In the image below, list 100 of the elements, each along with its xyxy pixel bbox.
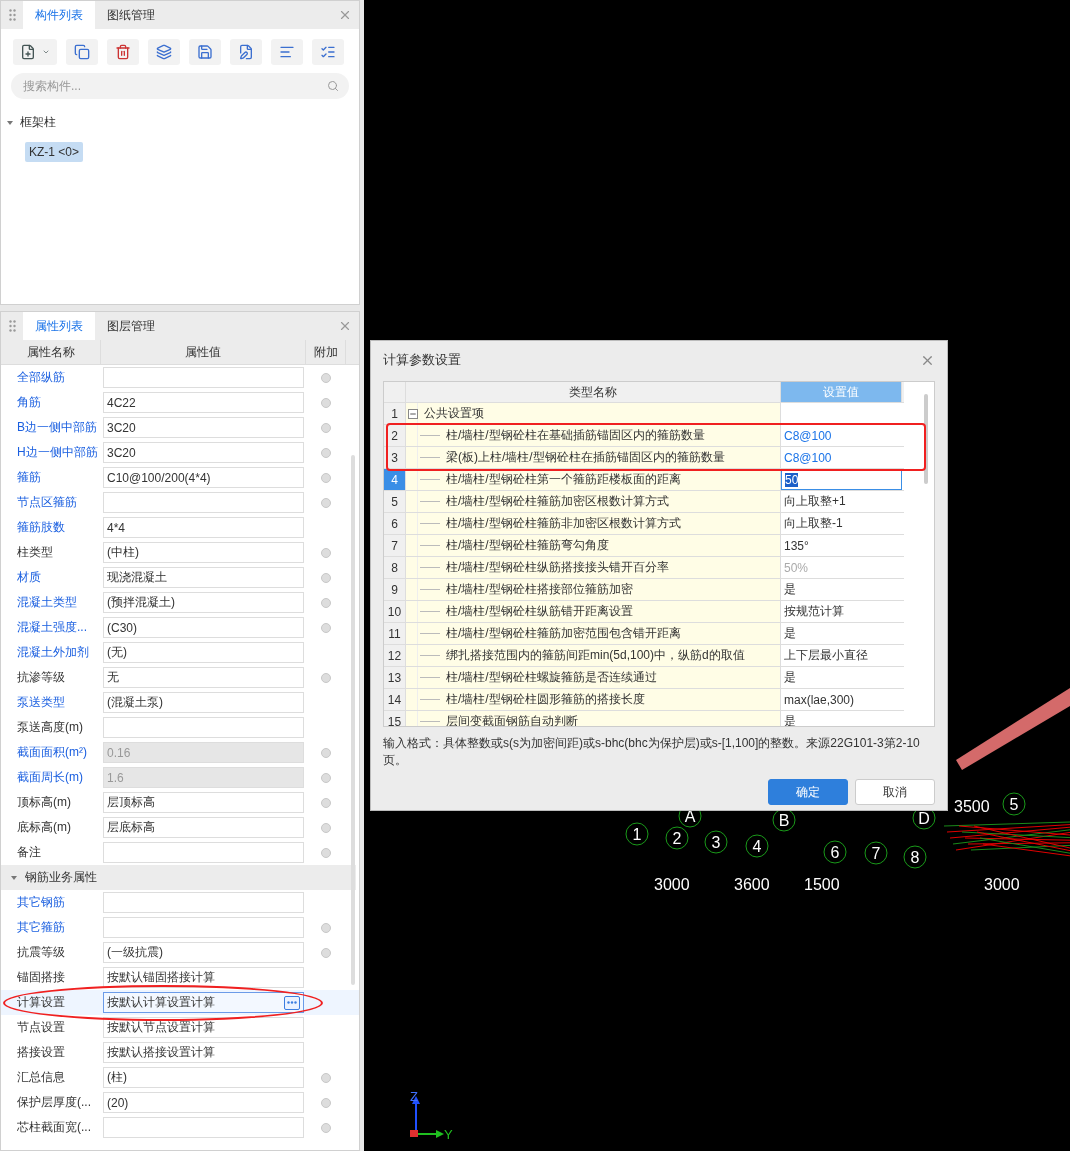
scrollbar[interactable] (351, 455, 355, 985)
attach-radio[interactable] (321, 672, 331, 683)
attach-radio[interactable] (321, 847, 331, 858)
row-number: 14 (384, 689, 406, 710)
setting-value: 向上取整-1 (783, 515, 844, 532)
value-input-field[interactable]: 50 (781, 469, 902, 490)
panel-tab[interactable]: 图层管理 (95, 312, 167, 340)
search-input[interactable]: 搜索构件... (21, 78, 327, 94)
tree-connector-line (420, 545, 440, 546)
attach-radio[interactable] (321, 622, 331, 633)
collapse-toggle[interactable] (408, 408, 418, 419)
property-value-field[interactable]: 3C20 (103, 417, 304, 438)
property-value-field[interactable] (103, 842, 304, 863)
property-name: 箍筋 (16, 469, 42, 486)
property-value-field[interactable]: 按默认节点设置计算 (103, 1017, 304, 1038)
property-value-field[interactable]: (预拌混凝土) (103, 592, 304, 613)
property-value-field[interactable]: 按默认计算设置计算 (103, 992, 304, 1013)
property-value-field[interactable]: C10@100/200(4*4) (103, 467, 304, 488)
tree-connector-line (420, 435, 440, 436)
property-value-field[interactable]: 按默认锚固搭接计算 (103, 967, 304, 988)
property-value-field[interactable] (103, 917, 304, 938)
search-field[interactable]: 搜索构件... (11, 73, 349, 99)
property-value-field[interactable]: (无) (103, 642, 304, 663)
viewport-canvas[interactable] (364, 0, 1070, 1151)
attach-radio[interactable] (321, 822, 331, 833)
attach-radio[interactable] (321, 447, 331, 458)
property-value-field[interactable]: (柱) (103, 1067, 304, 1088)
property-value-field[interactable]: 按默认搭接设置计算 (103, 1042, 304, 1063)
property-value-field[interactable]: 4C22 (103, 392, 304, 413)
property-value-field[interactable]: 层底标高 (103, 817, 304, 838)
property-value-field[interactable]: (一级抗震) (103, 942, 304, 963)
grid-bubble: 4 (745, 834, 769, 858)
property-name: 材质 (16, 569, 42, 586)
attach-radio[interactable] (321, 1122, 331, 1133)
attach-radio[interactable] (321, 422, 331, 433)
toolbar-button[interactable] (230, 39, 262, 65)
property-value-field[interactable]: 现浇混凝土 (103, 567, 304, 588)
property-value-field[interactable] (103, 717, 304, 738)
toolbar-button[interactable] (312, 39, 344, 65)
cancel-button[interactable]: 取消 (855, 779, 935, 805)
property-value-field[interactable] (103, 367, 304, 388)
tree-item[interactable]: KZ-1 <0> (25, 142, 84, 162)
property-value-field[interactable]: (中柱) (103, 542, 304, 563)
ellipsis-button[interactable] (284, 995, 300, 1010)
toolbar-button[interactable] (66, 39, 98, 65)
property-name: 锚固搭接 (16, 969, 66, 986)
panel-tab[interactable]: 图纸管理 (95, 1, 167, 29)
tree-connector-line (420, 567, 440, 568)
tree-connector-line (420, 457, 440, 458)
tree-connector-line (420, 699, 440, 700)
close-icon[interactable] (338, 8, 352, 22)
new-button[interactable] (13, 39, 57, 65)
grid-bubble: 5 (1002, 792, 1026, 816)
attach-radio[interactable] (321, 547, 331, 558)
tree-gutter-cell (406, 623, 418, 644)
property-value-field[interactable] (103, 892, 304, 913)
tree-item[interactable]: 框架柱 (16, 111, 60, 134)
property-value-field[interactable] (103, 492, 304, 513)
drag-handle-icon[interactable] (8, 9, 16, 21)
setting-name: 柱/墙柱/型钢砼柱纵筋搭接接头错开百分率 (446, 559, 669, 576)
grid-bubble: 3 (704, 830, 728, 854)
property-value-field[interactable]: 3C20 (103, 442, 304, 463)
tree-gutter-cell (406, 601, 418, 622)
attach-radio[interactable] (321, 797, 331, 808)
setting-name: 柱/墙柱/型钢砼柱箍筋加密范围包含错开距离 (446, 625, 681, 642)
attach-radio[interactable] (321, 472, 331, 483)
toolbar-button[interactable] (189, 39, 221, 65)
attach-radio[interactable] (321, 372, 331, 383)
attach-radio[interactable] (321, 497, 331, 508)
scrollbar[interactable] (924, 394, 928, 484)
tree-connector-line (420, 633, 440, 634)
panel-tab[interactable]: 属性列表 (23, 312, 95, 340)
group-row[interactable]: 钢筋业务属性 (1, 865, 356, 890)
attach-radio[interactable] (321, 1072, 331, 1083)
property-value-field[interactable]: 层顶标高 (103, 792, 304, 813)
attach-radio[interactable] (321, 572, 331, 583)
property-name: 芯柱截面宽(... (16, 1119, 92, 1136)
close-icon[interactable] (338, 319, 352, 333)
toolbar-button[interactable] (148, 39, 180, 65)
property-value-field[interactable]: (C30) (103, 617, 304, 638)
property-value-field[interactable] (103, 1117, 304, 1138)
attach-radio[interactable] (321, 597, 331, 608)
align-left-icon (279, 44, 295, 60)
toolbar-button[interactable] (271, 39, 303, 65)
grid-bubble: 2 (665, 826, 689, 850)
attach-radio[interactable] (321, 922, 331, 933)
attach-radio[interactable] (321, 1097, 331, 1108)
confirm-button[interactable]: 确定 (768, 779, 848, 805)
property-value-field[interactable]: 无 (103, 667, 304, 688)
attach-radio[interactable] (321, 397, 331, 408)
property-value-field[interactable]: (20) (103, 1092, 304, 1113)
property-value-field[interactable]: (混凝土泵) (103, 692, 304, 713)
expand-caret-icon[interactable] (7, 120, 13, 125)
collapse-caret-icon[interactable] (11, 875, 17, 880)
drag-handle-icon[interactable] (8, 320, 16, 332)
attach-radio[interactable] (321, 947, 331, 958)
row-number: 7 (384, 535, 406, 556)
toolbar-button[interactable] (107, 39, 139, 65)
property-value-field[interactable]: 4*4 (103, 517, 304, 538)
panel-tab[interactable]: 构件列表 (23, 1, 95, 29)
